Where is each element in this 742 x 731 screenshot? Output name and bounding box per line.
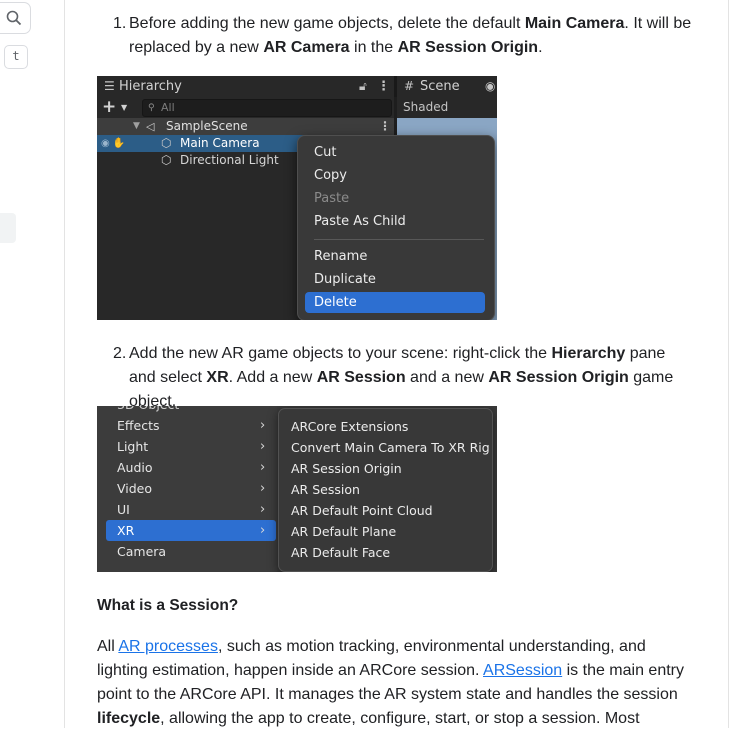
kebab-menu-icon[interactable]: ⋮	[379, 118, 391, 135]
menu-item-video[interactable]: Video ›	[106, 478, 276, 499]
chevron-right-icon: ›	[260, 481, 266, 496]
visibility-icon[interactable]: ◉ ✋	[101, 135, 125, 152]
step-text: Before adding the new game objects, dele…	[129, 15, 692, 56]
right-scrollbar-gutter	[728, 0, 742, 728]
menu-item-arcore-extensions[interactable]: ARCore Extensions	[291, 416, 408, 437]
scene-toolbar[interactable]: Shaded	[397, 97, 497, 118]
sidebar-active-item[interactable]	[0, 213, 16, 243]
chevron-right-icon: ›	[260, 418, 266, 433]
menu-item-light[interactable]: Light ›	[106, 436, 276, 457]
menu-item-ar-session[interactable]: AR Session	[291, 479, 360, 500]
scene-row[interactable]: ▼ ◁ SampleScene ⋮	[97, 118, 394, 135]
menu-item-camera[interactable]: Camera	[106, 541, 276, 562]
hierarchy-toolbar: + ▼ ⚲ All	[97, 97, 394, 118]
step-2: 2. Add the new AR game objects to your s…	[113, 342, 693, 414]
search-icon: ⚲	[148, 103, 155, 113]
menu-item-ar-default-plane[interactable]: AR Default Plane	[291, 521, 396, 542]
xr-submenu: ARCore Extensions Convert Main Camera To…	[278, 408, 493, 572]
menu-item-paste-as-child[interactable]: Paste As Child	[305, 211, 485, 232]
search-button[interactable]	[0, 2, 31, 34]
unity-scene-icon: ◁	[146, 120, 155, 133]
arsession-link[interactable]: ARSession	[483, 662, 562, 679]
menu-separator	[314, 239, 484, 240]
eye-icon[interactable]: ◉	[485, 76, 495, 97]
hierarchy-search-input[interactable]: ⚲ All	[142, 99, 392, 117]
ar-processes-link[interactable]: AR processes	[118, 638, 218, 655]
chevron-right-icon: ›	[260, 439, 266, 454]
grid-icon: #	[404, 79, 415, 93]
step-number: 2.	[113, 345, 127, 362]
step-1: 1. Before adding the new game objects, d…	[113, 12, 693, 60]
menu-item-cut[interactable]: Cut	[305, 142, 485, 163]
tab-scene[interactable]: # Scene ◉	[397, 76, 497, 97]
menu-item-ui[interactable]: UI ›	[106, 499, 276, 520]
gameobject-menu: 3D Object Effects› Light› Audio› Video› …	[97, 406, 277, 572]
menu-item-effects[interactable]: Effects ›	[106, 415, 276, 436]
menu-item-copy[interactable]: Copy	[305, 165, 485, 186]
hierarchy-screenshot: ☰ Hierarchy 🔓︎ ⋮ # Scene ◉ + ▼ ⚲ All Sha…	[97, 76, 497, 320]
context-menu: Cut Copy Paste Paste As Child Rename Dup…	[297, 135, 495, 320]
menu-item-paste: Paste	[314, 191, 350, 206]
chevron-down-icon[interactable]: ▼	[121, 97, 127, 118]
list-icon: ☰	[104, 79, 115, 93]
search-icon	[6, 10, 22, 26]
step-text: Add the new AR game objects to your scen…	[129, 345, 674, 410]
menu-item-rename[interactable]: Rename	[305, 246, 485, 267]
menu-item-3d-object[interactable]: 3D Object	[117, 406, 179, 415]
menu-item-xr[interactable]: XR ›	[106, 520, 276, 541]
menu-item-delete[interactable]: Delete	[305, 292, 485, 313]
session-paragraph: All AR processes, such as motion trackin…	[97, 638, 684, 727]
xr-menu-screenshot: 3D Object Effects› Light› Audio› Video› …	[97, 406, 497, 572]
menu-item-duplicate[interactable]: Duplicate	[305, 269, 485, 290]
menu-item-convert-main-camera[interactable]: Convert Main Camera To XR Rig	[291, 437, 490, 458]
left-nav-strip: t	[0, 0, 65, 728]
section-heading: What is a Session?	[97, 597, 239, 614]
keyboard-shortcut-key[interactable]: t	[4, 45, 28, 69]
step-number: 1.	[113, 15, 127, 32]
add-icon[interactable]: +	[102, 97, 116, 117]
tab-hierarchy[interactable]: ☰ Hierarchy 🔓︎ ⋮	[97, 76, 394, 97]
gameobject-cube-icon: ⬡	[161, 136, 172, 150]
gameobject-cube-icon: ⬡	[161, 153, 172, 167]
chevron-right-icon: ›	[260, 502, 266, 517]
chevron-right-icon: ›	[260, 460, 266, 475]
kebab-menu-icon[interactable]: ⋮	[377, 76, 390, 97]
expand-arrow-icon[interactable]: ▼	[133, 118, 140, 135]
menu-item-ar-default-face[interactable]: AR Default Face	[291, 542, 390, 563]
menu-item-ar-default-point-cloud[interactable]: AR Default Point Cloud	[291, 500, 433, 521]
chevron-right-icon: ›	[260, 523, 266, 538]
lock-icon[interactable]: 🔓︎	[359, 76, 367, 97]
menu-item-ar-session-origin[interactable]: AR Session Origin	[291, 458, 402, 479]
menu-item-audio[interactable]: Audio ›	[106, 457, 276, 478]
